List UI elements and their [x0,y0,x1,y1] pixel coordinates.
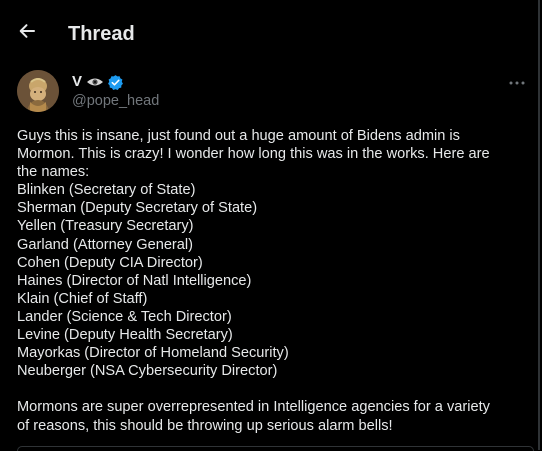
embedded-card-edge [17,446,534,451]
post-text-line: the names: [17,164,90,181]
profile-avatar [17,70,59,112]
post-text: Guys this is insane, just found out a hu… [17,127,532,435]
official-name-item: Lander (Science & Tech Director) [17,308,232,325]
avatar[interactable] [17,70,59,112]
official-name-item: Haines (Director of Natl Intelligence) [17,272,252,289]
post-text-line: Guys this is insane, just found out a hu… [17,128,460,144]
post-text-line: Mormons are super overrepresented in Int… [17,399,490,416]
more-options-button[interactable] [504,70,530,92]
thread-header: Thread [0,0,540,64]
post-text-line: of reasons, this should be throwing up s… [17,417,393,434]
official-name-item: Yellen (Treasury Secretary) [17,218,194,235]
author-handle[interactable]: @pope_head [72,92,159,110]
official-name-item: Klain (Chief of Staff) [17,290,148,307]
back-button[interactable] [10,16,44,50]
author-display-name[interactable]: V [72,73,82,91]
verified-badge-icon[interactable] [107,74,124,91]
official-name-item: Cohen (Deputy CIA Director) [17,254,203,271]
official-name-item: Sherman (Deputy Secretary of State) [17,200,258,217]
arrow-left-icon [17,21,37,46]
official-name-item: Neuberger (NSA Cybersecurity Director) [17,363,278,380]
eye-emoji-icon [86,76,104,88]
author-name-row[interactable]: V [72,72,124,92]
official-name-item: Mayorkas (Director of Homeland Security) [17,345,289,362]
post-text-line: Mormon. This is crazy! I wonder how long… [17,146,490,163]
official-name-item: Levine (Deputy Health Secretary) [17,327,233,344]
thread-page: Thread V @pope_head Guys this is insane,… [0,0,540,451]
page-title: Thread [68,23,135,45]
official-name-item: Blinken (Secretary of State) [17,182,196,199]
more-options-icon [509,72,525,90]
official-name-item: Garland (Attorney General) [17,236,194,253]
